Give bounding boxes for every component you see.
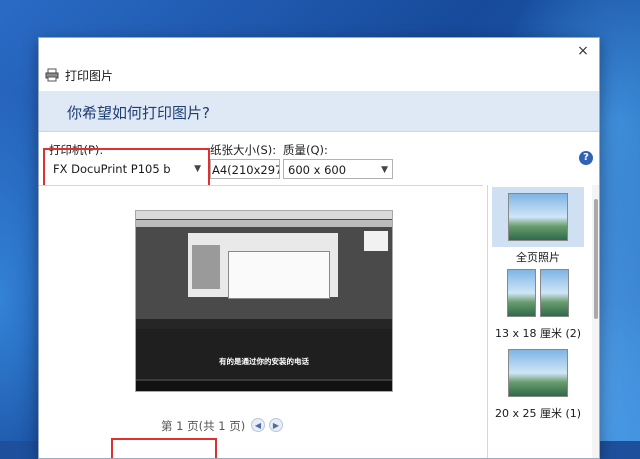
layout-thumbnail	[492, 187, 584, 247]
layout-option-13x18[interactable]: 13 x 18 厘米 (2)	[492, 263, 584, 341]
layout-scrollbar[interactable]	[592, 185, 599, 458]
next-page-button[interactable]: ▶	[269, 418, 283, 432]
preview-popup	[364, 231, 388, 251]
preview-side-panel	[192, 245, 220, 289]
paper-size-label: 纸张大小(S):	[210, 143, 277, 157]
close-button[interactable]: ×	[573, 42, 593, 60]
paper-size-select-value: A4(210x297	[212, 163, 280, 177]
previous-page-button[interactable]: ◀	[251, 418, 265, 432]
preview-form-panel	[228, 251, 330, 299]
quality-label: 质量(Q):	[283, 143, 328, 157]
header-banner: 你希望如何打印图片?	[39, 91, 599, 132]
printer-icon	[45, 68, 59, 82]
preview-image: 有的是通过你的安装的电话	[135, 210, 393, 392]
chevron-down-icon: ▼	[381, 165, 388, 175]
layout-sidebar: 全页照片 13 x 18 厘米 (2) 20 x 25 厘米 (1)	[487, 185, 599, 458]
preview-navbar	[136, 220, 392, 227]
paper-size-select[interactable]: A4(210x297	[210, 159, 280, 179]
preview-tabbar	[136, 211, 392, 219]
quality-select[interactable]: 600 x 600 ▼	[283, 159, 393, 179]
layout-label: 20 x 25 厘米 (1)	[494, 407, 582, 420]
quality-select-value: 600 x 600	[288, 163, 347, 177]
preview-highlight-box	[111, 438, 217, 458]
print-pictures-dialog: × 打印图片 你希望如何打印图片? 打印机(P): 纸张大小(S): 质量(Q)…	[38, 37, 600, 459]
photo-thumbnail-icon	[508, 349, 568, 397]
scrollbar-thumb[interactable]	[594, 199, 598, 319]
print-prompt-heading: 你希望如何打印图片?	[67, 104, 210, 122]
help-icon[interactable]: ?	[579, 151, 593, 165]
dialog-titlebar: 打印图片	[45, 66, 113, 84]
layout-thumbnail	[492, 343, 584, 403]
layout-label: 13 x 18 厘米 (2)	[494, 327, 582, 340]
layout-thumbnail	[492, 263, 584, 323]
layout-option-20x25[interactable]: 20 x 25 厘米 (1)	[492, 343, 584, 421]
preview-video-area	[136, 329, 392, 379]
photo-thumbnail-icon	[507, 269, 536, 317]
layout-option-full-page[interactable]: 全页照片	[492, 187, 584, 265]
dialog-title: 打印图片	[65, 68, 114, 83]
photo-thumbnail-icon	[508, 193, 568, 241]
page-indicator: 第 1 页(共 1 页)	[161, 419, 246, 433]
preview-statusbar	[136, 319, 392, 329]
preview-pane: 有的是通过你的安装的电话 第 1 页(共 1 页) ◀ ▶	[39, 185, 483, 458]
photo-thumbnail-icon	[540, 269, 569, 317]
preview-playbar	[136, 381, 392, 391]
preview-caption: 有的是通过你的安装的电话	[219, 357, 309, 366]
